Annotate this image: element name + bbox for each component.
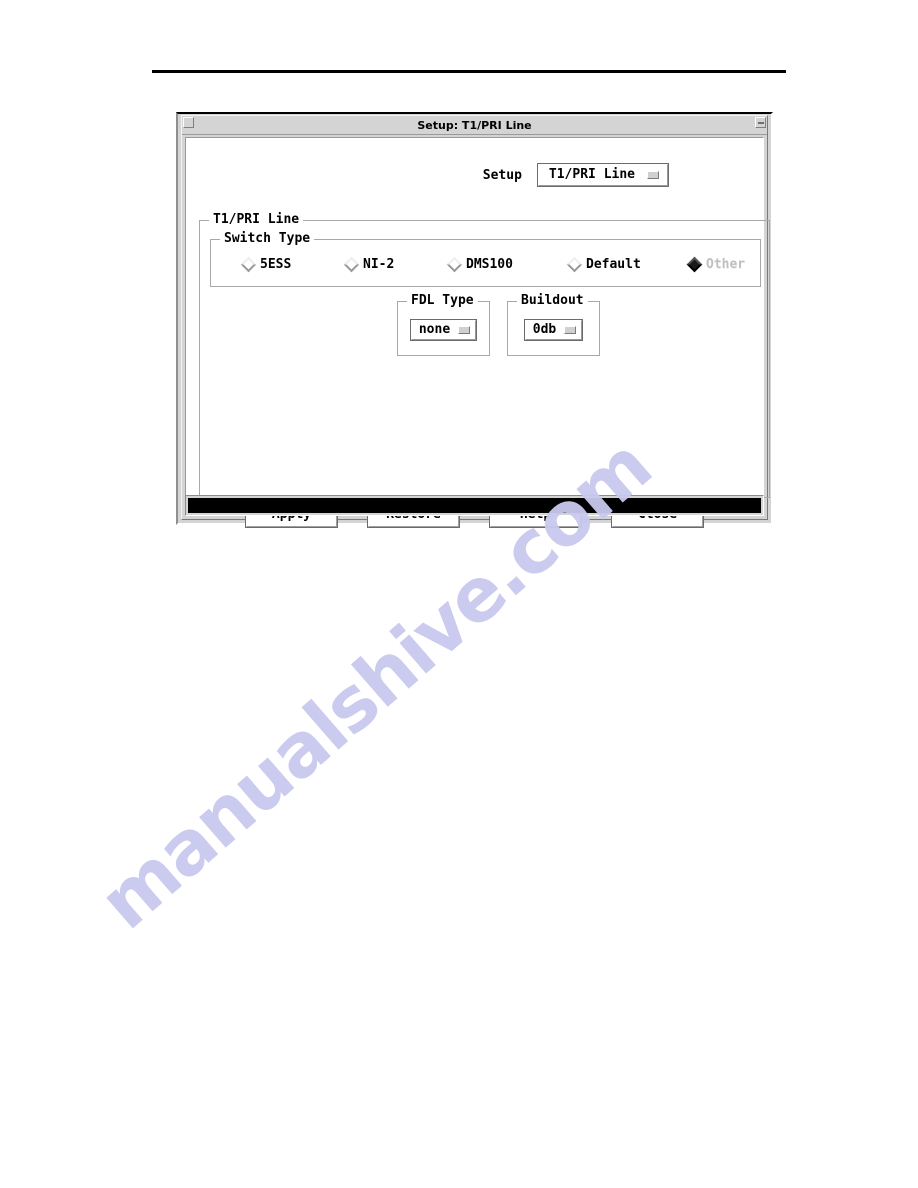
radio-option-5ess[interactable]: 5ESS — [240, 256, 346, 273]
radio-diamond-icon — [566, 256, 583, 273]
radio-diamond-icon — [343, 256, 360, 273]
radio-label: 5ESS — [260, 257, 292, 272]
window-title: Setup: T1/PRI Line — [417, 118, 532, 132]
option-menu-indicator-icon — [564, 325, 577, 334]
fdl-type-group: FDL Type none — [397, 294, 490, 356]
buildout-control-wrap: 0db — [508, 319, 599, 341]
setup-row: Setup T1/PRI Line — [186, 163, 763, 187]
setup-option-menu[interactable]: T1/PRI Line — [536, 163, 670, 187]
buildout-option-menu[interactable]: 0db — [523, 319, 584, 341]
status-bar-text — [188, 498, 761, 500]
page-header-rule — [152, 70, 786, 73]
page-watermark: manualshive.com — [84, 423, 918, 980]
setup-label: Setup — [482, 167, 522, 183]
fdl-type-group-title: FDL Type — [407, 294, 478, 308]
buildout-group: Buildout 0db — [507, 294, 600, 356]
window-titlebar: Setup: T1/PRI Line — [182, 116, 767, 135]
switch-type-group-title: Switch Type — [220, 232, 315, 246]
status-bar-frame — [185, 495, 764, 516]
fdl-type-control-wrap: none — [398, 319, 489, 341]
window-inner-frame: Setup: T1/PRI Line Setup T1/PRI Line T1/… — [181, 115, 770, 528]
dialog-client-area: Setup T1/PRI Line T1/PRI Line Switch Typ… — [185, 137, 770, 528]
status-bar — [188, 498, 761, 513]
setup-option-value: T1/PRI Line — [548, 167, 635, 182]
radio-option-default[interactable]: Default — [566, 256, 689, 273]
radio-label: Default — [586, 257, 641, 272]
fdl-type-value: none — [418, 322, 451, 337]
radio-diamond-selected-icon — [686, 256, 703, 273]
radio-option-dms100[interactable]: DMS100 — [446, 256, 569, 273]
dialog-window: Setup: T1/PRI Line Setup T1/PRI Line T1/… — [176, 112, 773, 528]
radio-diamond-icon — [446, 256, 463, 273]
window-menu-icon[interactable] — [183, 117, 194, 128]
window-resize-icon[interactable] — [755, 117, 766, 128]
radio-diamond-icon — [240, 256, 257, 273]
t1pri-line-group: T1/PRI Line Switch Type 5ESS NI-2 DMS100… — [199, 213, 770, 498]
t1pri-line-group-title: T1/PRI Line — [209, 213, 304, 227]
option-menu-indicator-icon — [458, 325, 471, 334]
fdl-type-option-menu[interactable]: none — [409, 319, 478, 341]
buildout-value: 0db — [532, 322, 557, 337]
radio-option-other[interactable]: Other — [686, 256, 792, 273]
radio-option-ni2[interactable]: NI-2 — [343, 256, 449, 273]
switch-type-radio-group: 5ESS NI-2 DMS100 Default Other — [211, 256, 760, 273]
radio-label: Other — [706, 257, 746, 272]
radio-label: NI-2 — [363, 257, 395, 272]
switch-type-group: Switch Type 5ESS NI-2 DMS100 Default Oth… — [210, 232, 761, 287]
radio-label: DMS100 — [466, 257, 513, 272]
option-menu-indicator-icon — [647, 170, 659, 179]
buildout-group-title: Buildout — [517, 294, 588, 308]
